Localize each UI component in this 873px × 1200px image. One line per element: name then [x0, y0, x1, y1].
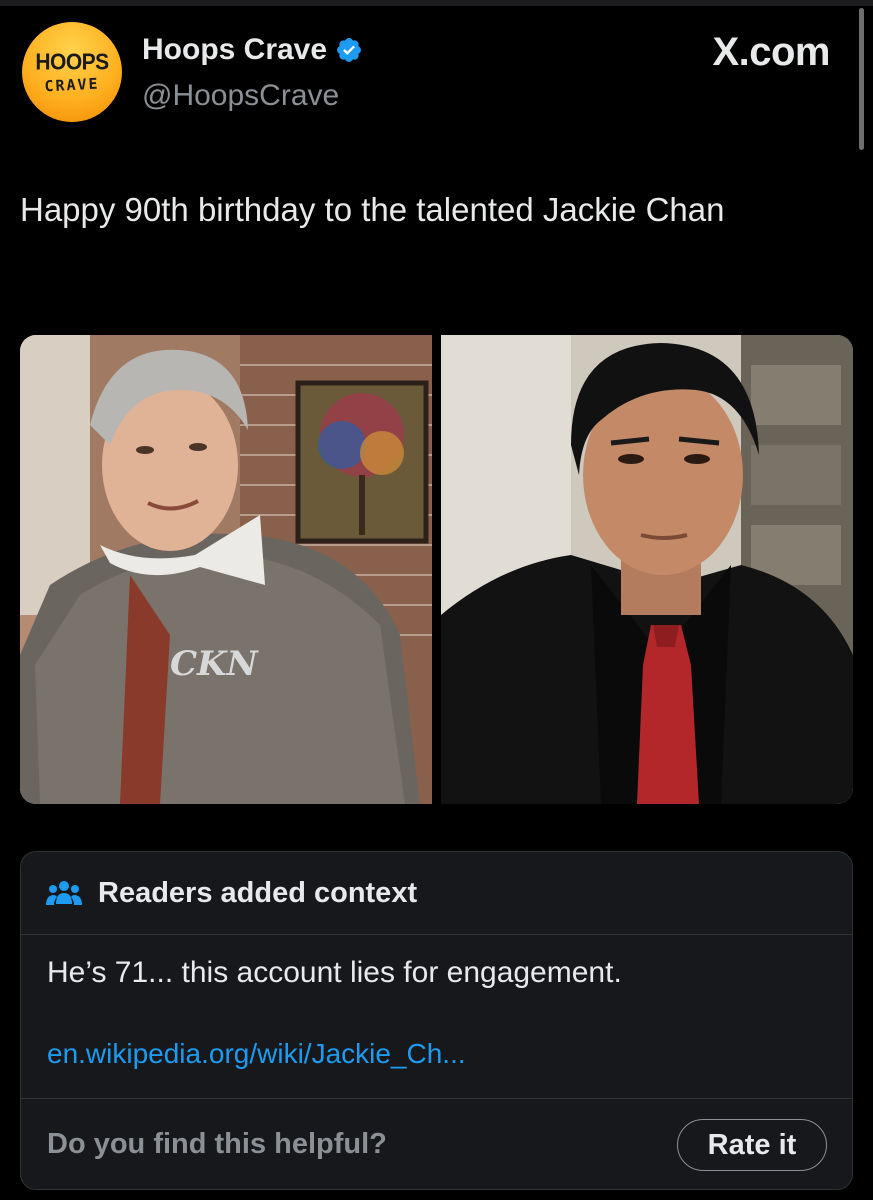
people-group-icon — [46, 881, 82, 905]
author-handle[interactable]: @HoopsCrave — [142, 79, 339, 113]
community-note-footer: Do you find this helpful? Rate it — [21, 1098, 852, 1189]
top-edge — [0, 0, 873, 6]
community-note-body: He’s 71... this account lies for engagem… — [47, 956, 622, 989]
post-text: Happy 90th birthday to the talented Jack… — [20, 191, 725, 228]
community-note-title: Readers added context — [98, 876, 418, 909]
author-name-row: Hoops Crave — [142, 33, 363, 67]
photo-man-suit-icon — [441, 335, 853, 804]
community-note-header: Readers added context — [21, 852, 852, 935]
svg-text:CKN: CKN — [170, 644, 260, 684]
scrollbar[interactable] — [859, 8, 864, 150]
verified-badge-icon — [337, 38, 362, 62]
post-image-left[interactable]: CKN — [20, 335, 432, 804]
helpful-prompt: Do you find this helpful? — [47, 1128, 387, 1160]
community-note-source-link[interactable]: en.wikipedia.org/wiki/Jackie_Ch... — [47, 1038, 466, 1070]
photo-older-man-icon: CKN — [20, 335, 432, 804]
post-image-right[interactable] — [441, 335, 853, 804]
avatar-logo-text-bottom: CRAVE — [43, 74, 101, 96]
community-note: Readers added context He’s 71... this ac… — [20, 851, 853, 1190]
avatar-logo-text-top: HOOPS — [35, 49, 109, 76]
site-label: X.com — [712, 30, 830, 74]
rate-it-button[interactable]: Rate it — [677, 1119, 827, 1171]
avatar[interactable]: HOOPS CRAVE — [22, 22, 122, 122]
author-display-name[interactable]: Hoops Crave — [142, 33, 327, 67]
